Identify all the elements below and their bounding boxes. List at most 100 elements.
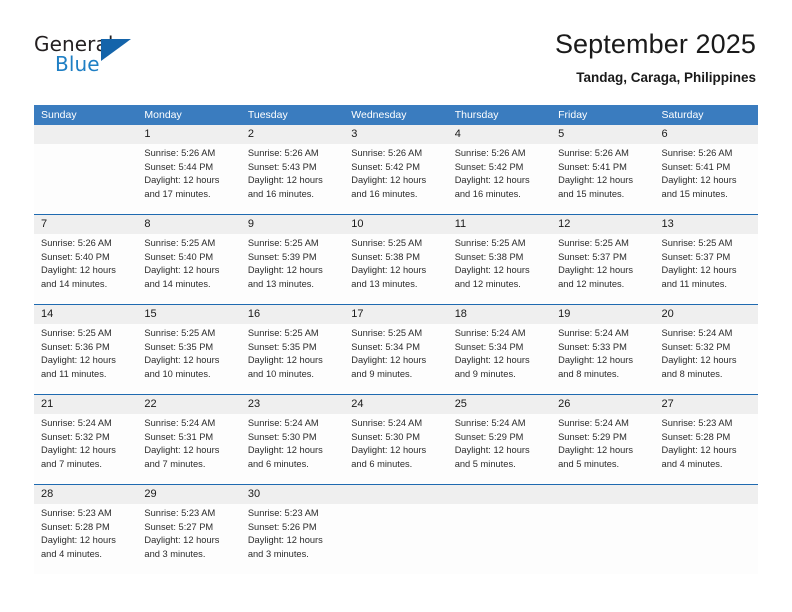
- day-number[interactable]: [655, 485, 758, 504]
- day-number[interactable]: 28: [34, 485, 137, 504]
- day-cell[interactable]: Sunrise: 5:23 AM Sunset: 5:28 PM Dayligh…: [34, 504, 137, 574]
- day-cell[interactable]: Sunrise: 5:25 AM Sunset: 5:38 PM Dayligh…: [448, 234, 551, 304]
- day-number[interactable]: 17: [344, 305, 447, 324]
- day-number[interactable]: [448, 485, 551, 504]
- day-number[interactable]: 8: [137, 215, 240, 234]
- day-cell[interactable]: Sunrise: 5:26 AM Sunset: 5:44 PM Dayligh…: [137, 144, 240, 214]
- day-cell[interactable]: Sunrise: 5:24 AM Sunset: 5:32 PM Dayligh…: [34, 414, 137, 484]
- day-cell[interactable]: [655, 504, 758, 574]
- day-cell[interactable]: Sunrise: 5:26 AM Sunset: 5:41 PM Dayligh…: [551, 144, 654, 214]
- day-cell[interactable]: Sunrise: 5:26 AM Sunset: 5:42 PM Dayligh…: [344, 144, 447, 214]
- day-number[interactable]: 25: [448, 395, 551, 414]
- day-cell[interactable]: Sunrise: 5:24 AM Sunset: 5:34 PM Dayligh…: [448, 324, 551, 394]
- daylight-text-line2: and 9 minutes.: [351, 368, 413, 379]
- day-cell[interactable]: Sunrise: 5:24 AM Sunset: 5:30 PM Dayligh…: [344, 414, 447, 484]
- day-cell[interactable]: Sunrise: 5:24 AM Sunset: 5:31 PM Dayligh…: [137, 414, 240, 484]
- sunset-text: Sunset: 5:27 PM: [144, 521, 214, 532]
- weekday-header-tuesday: Tuesday: [247, 109, 288, 121]
- day-number[interactable]: 15: [137, 305, 240, 324]
- day-cell[interactable]: [34, 144, 137, 214]
- daylight-text-line1: Daylight: 12 hours: [247, 265, 323, 276]
- day-cell[interactable]: Sunrise: 5:25 AM Sunset: 5:37 PM Dayligh…: [551, 234, 654, 304]
- day-number[interactable]: 9: [241, 215, 344, 234]
- day-cell[interactable]: Sunrise: 5:26 AM Sunset: 5:41 PM Dayligh…: [655, 144, 758, 214]
- day-cell[interactable]: Sunrise: 5:24 AM Sunset: 5:30 PM Dayligh…: [241, 414, 344, 484]
- daylight-text-line1: Daylight: 12 hours: [454, 175, 530, 186]
- sunset-text: Sunset: 5:39 PM: [247, 251, 317, 262]
- day-number[interactable]: 7: [34, 215, 137, 234]
- daylight-text-line2: and 14 minutes.: [41, 278, 108, 289]
- day-cell[interactable]: Sunrise: 5:25 AM Sunset: 5:36 PM Dayligh…: [34, 324, 137, 394]
- day-number[interactable]: 18: [448, 305, 551, 324]
- day-cell[interactable]: Sunrise: 5:25 AM Sunset: 5:34 PM Dayligh…: [344, 324, 447, 394]
- day-number[interactable]: 12: [551, 215, 654, 234]
- daylight-text-line1: Daylight: 12 hours: [41, 535, 116, 546]
- day-number[interactable]: 27: [655, 395, 758, 414]
- day-cell[interactable]: Sunrise: 5:24 AM Sunset: 5:33 PM Dayligh…: [551, 324, 654, 394]
- day-number[interactable]: 19: [551, 305, 654, 324]
- weekday-header-sunday: Sunday: [41, 109, 77, 121]
- day-cell[interactable]: Sunrise: 5:24 AM Sunset: 5:32 PM Dayligh…: [655, 324, 758, 394]
- day-cell[interactable]: Sunrise: 5:24 AM Sunset: 5:29 PM Dayligh…: [551, 414, 654, 484]
- day-number[interactable]: 23: [241, 395, 344, 414]
- day-number[interactable]: 3: [344, 125, 447, 144]
- day-number[interactable]: 4: [448, 125, 551, 144]
- calendar-page: General Blue September 2025 Tandag, Cara…: [0, 0, 792, 612]
- day-number[interactable]: 13: [655, 215, 758, 234]
- day-number[interactable]: 16: [241, 305, 344, 324]
- day-number[interactable]: 10: [344, 215, 447, 234]
- sunset-text: Sunset: 5:35 PM: [247, 341, 317, 352]
- calendar-week-row: 28 29 30 Sunrise: 5:23 AM Sunset: 5:28 P…: [34, 484, 758, 574]
- day-number[interactable]: 26: [551, 395, 654, 414]
- sunrise-text: Sunrise: 5:23 AM: [41, 508, 112, 518]
- day-number[interactable]: 29: [137, 485, 240, 504]
- day-cell[interactable]: Sunrise: 5:26 AM Sunset: 5:42 PM Dayligh…: [448, 144, 551, 214]
- day-cell[interactable]: Sunrise: 5:25 AM Sunset: 5:37 PM Dayligh…: [655, 234, 758, 304]
- day-number[interactable]: 1: [137, 125, 240, 144]
- day-number[interactable]: [551, 485, 654, 504]
- week-detail-row: Sunrise: 5:26 AM Sunset: 5:40 PM Dayligh…: [34, 234, 758, 304]
- day-cell[interactable]: Sunrise: 5:26 AM Sunset: 5:40 PM Dayligh…: [34, 234, 137, 304]
- weekday-header-wednesday: Wednesday: [351, 109, 407, 121]
- day-cell[interactable]: Sunrise: 5:23 AM Sunset: 5:27 PM Dayligh…: [137, 504, 240, 574]
- day-number[interactable]: 2: [241, 125, 344, 144]
- day-number[interactable]: 22: [137, 395, 240, 414]
- daylight-text-line2: and 14 minutes.: [144, 278, 211, 289]
- day-number[interactable]: 24: [344, 395, 447, 414]
- sunset-text: Sunset: 5:42 PM: [351, 161, 420, 172]
- day-number[interactable]: 5: [551, 125, 654, 144]
- sunrise-text: Sunrise: 5:23 AM: [661, 418, 733, 428]
- day-number[interactable]: 6: [655, 125, 758, 144]
- day-number[interactable]: 20: [655, 305, 758, 324]
- day-number[interactable]: [34, 125, 137, 144]
- day-cell[interactable]: Sunrise: 5:26 AM Sunset: 5:43 PM Dayligh…: [241, 144, 344, 214]
- sunset-text: Sunset: 5:34 PM: [351, 341, 420, 352]
- sunset-text: Sunset: 5:34 PM: [454, 341, 524, 352]
- sunset-text: Sunset: 5:32 PM: [41, 431, 110, 442]
- daylight-text-line2: and 16 minutes.: [454, 188, 521, 199]
- day-number[interactable]: [344, 485, 447, 504]
- day-cell[interactable]: [448, 504, 551, 574]
- day-cell[interactable]: Sunrise: 5:25 AM Sunset: 5:38 PM Dayligh…: [344, 234, 447, 304]
- title-block: September 2025 Tandag, Caraga, Philippin…: [555, 28, 756, 86]
- day-cell[interactable]: [344, 504, 447, 574]
- daylight-text-line1: Daylight: 12 hours: [247, 355, 323, 366]
- day-cell[interactable]: Sunrise: 5:23 AM Sunset: 5:28 PM Dayligh…: [655, 414, 758, 484]
- day-number[interactable]: 14: [34, 305, 137, 324]
- day-number[interactable]: 21: [34, 395, 137, 414]
- day-cell[interactable]: Sunrise: 5:24 AM Sunset: 5:29 PM Dayligh…: [448, 414, 551, 484]
- day-cell[interactable]: Sunrise: 5:25 AM Sunset: 5:39 PM Dayligh…: [241, 234, 344, 304]
- daylight-text-line1: Daylight: 12 hours: [558, 265, 634, 276]
- day-number[interactable]: 30: [241, 485, 344, 504]
- sunrise-text: Sunrise: 5:24 AM: [558, 418, 629, 428]
- day-number[interactable]: 11: [448, 215, 551, 234]
- day-cell[interactable]: Sunrise: 5:25 AM Sunset: 5:40 PM Dayligh…: [137, 234, 240, 304]
- sunset-text: Sunset: 5:35 PM: [144, 341, 214, 352]
- day-cell[interactable]: [551, 504, 654, 574]
- sunset-text: Sunset: 5:44 PM: [144, 161, 214, 172]
- day-cell[interactable]: Sunrise: 5:25 AM Sunset: 5:35 PM Dayligh…: [137, 324, 240, 394]
- daylight-text-line2: and 12 minutes.: [454, 278, 521, 289]
- day-cell[interactable]: Sunrise: 5:25 AM Sunset: 5:35 PM Dayligh…: [241, 324, 344, 394]
- day-cell[interactable]: Sunrise: 5:23 AM Sunset: 5:26 PM Dayligh…: [241, 504, 344, 574]
- general-blue-logo[interactable]: General Blue: [34, 33, 164, 85]
